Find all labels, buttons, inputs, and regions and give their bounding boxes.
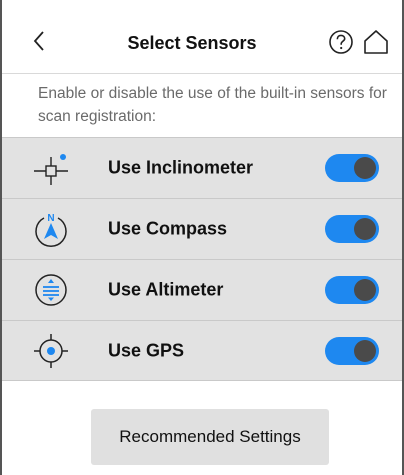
- toggle-knob: [354, 218, 376, 240]
- help-icon: [329, 30, 353, 54]
- home-button[interactable]: [362, 28, 390, 56]
- help-button[interactable]: [328, 29, 354, 55]
- sensor-label: Use Compass: [108, 218, 228, 239]
- sensor-label: Use Inclinometer: [108, 157, 254, 178]
- sensor-row-inclinometer: Use Inclinometer: [2, 137, 402, 198]
- svg-text:N: N: [47, 213, 54, 224]
- description-text: Enable or disable the use of the built-i…: [38, 85, 387, 125]
- toggle-knob: [354, 279, 376, 301]
- gps-toggle[interactable]: [325, 336, 379, 365]
- header: Select Sensors: [2, 0, 402, 74]
- sensor-row-altimeter: Use Altimeter: [2, 259, 402, 320]
- sensor-label: Use GPS: [108, 340, 185, 360]
- inclinometer-toggle[interactable]: [325, 154, 379, 182]
- toggle-knob: [354, 157, 376, 179]
- altimeter-icon: [35, 274, 67, 306]
- compass-toggle[interactable]: [325, 215, 379, 243]
- home-icon: [364, 30, 388, 54]
- inclinometer-icon: [34, 154, 68, 185]
- gps-icon: [34, 333, 68, 368]
- sensor-row-compass: N Use Compass: [2, 198, 402, 259]
- select-sensors-screen: Select Sensors Enable or disable the use…: [0, 0, 404, 475]
- sensor-row-gps: Use GPS: [2, 320, 402, 381]
- compass-icon: N: [35, 213, 67, 247]
- recommended-settings-button[interactable]: Recommended Settings: [91, 409, 329, 465]
- sensor-label: Use Altimeter: [108, 279, 224, 300]
- altimeter-toggle[interactable]: [325, 276, 379, 304]
- sensor-list: Use Inclinometer N Use Compass Use Altim…: [2, 137, 402, 381]
- toggle-knob: [354, 339, 376, 362]
